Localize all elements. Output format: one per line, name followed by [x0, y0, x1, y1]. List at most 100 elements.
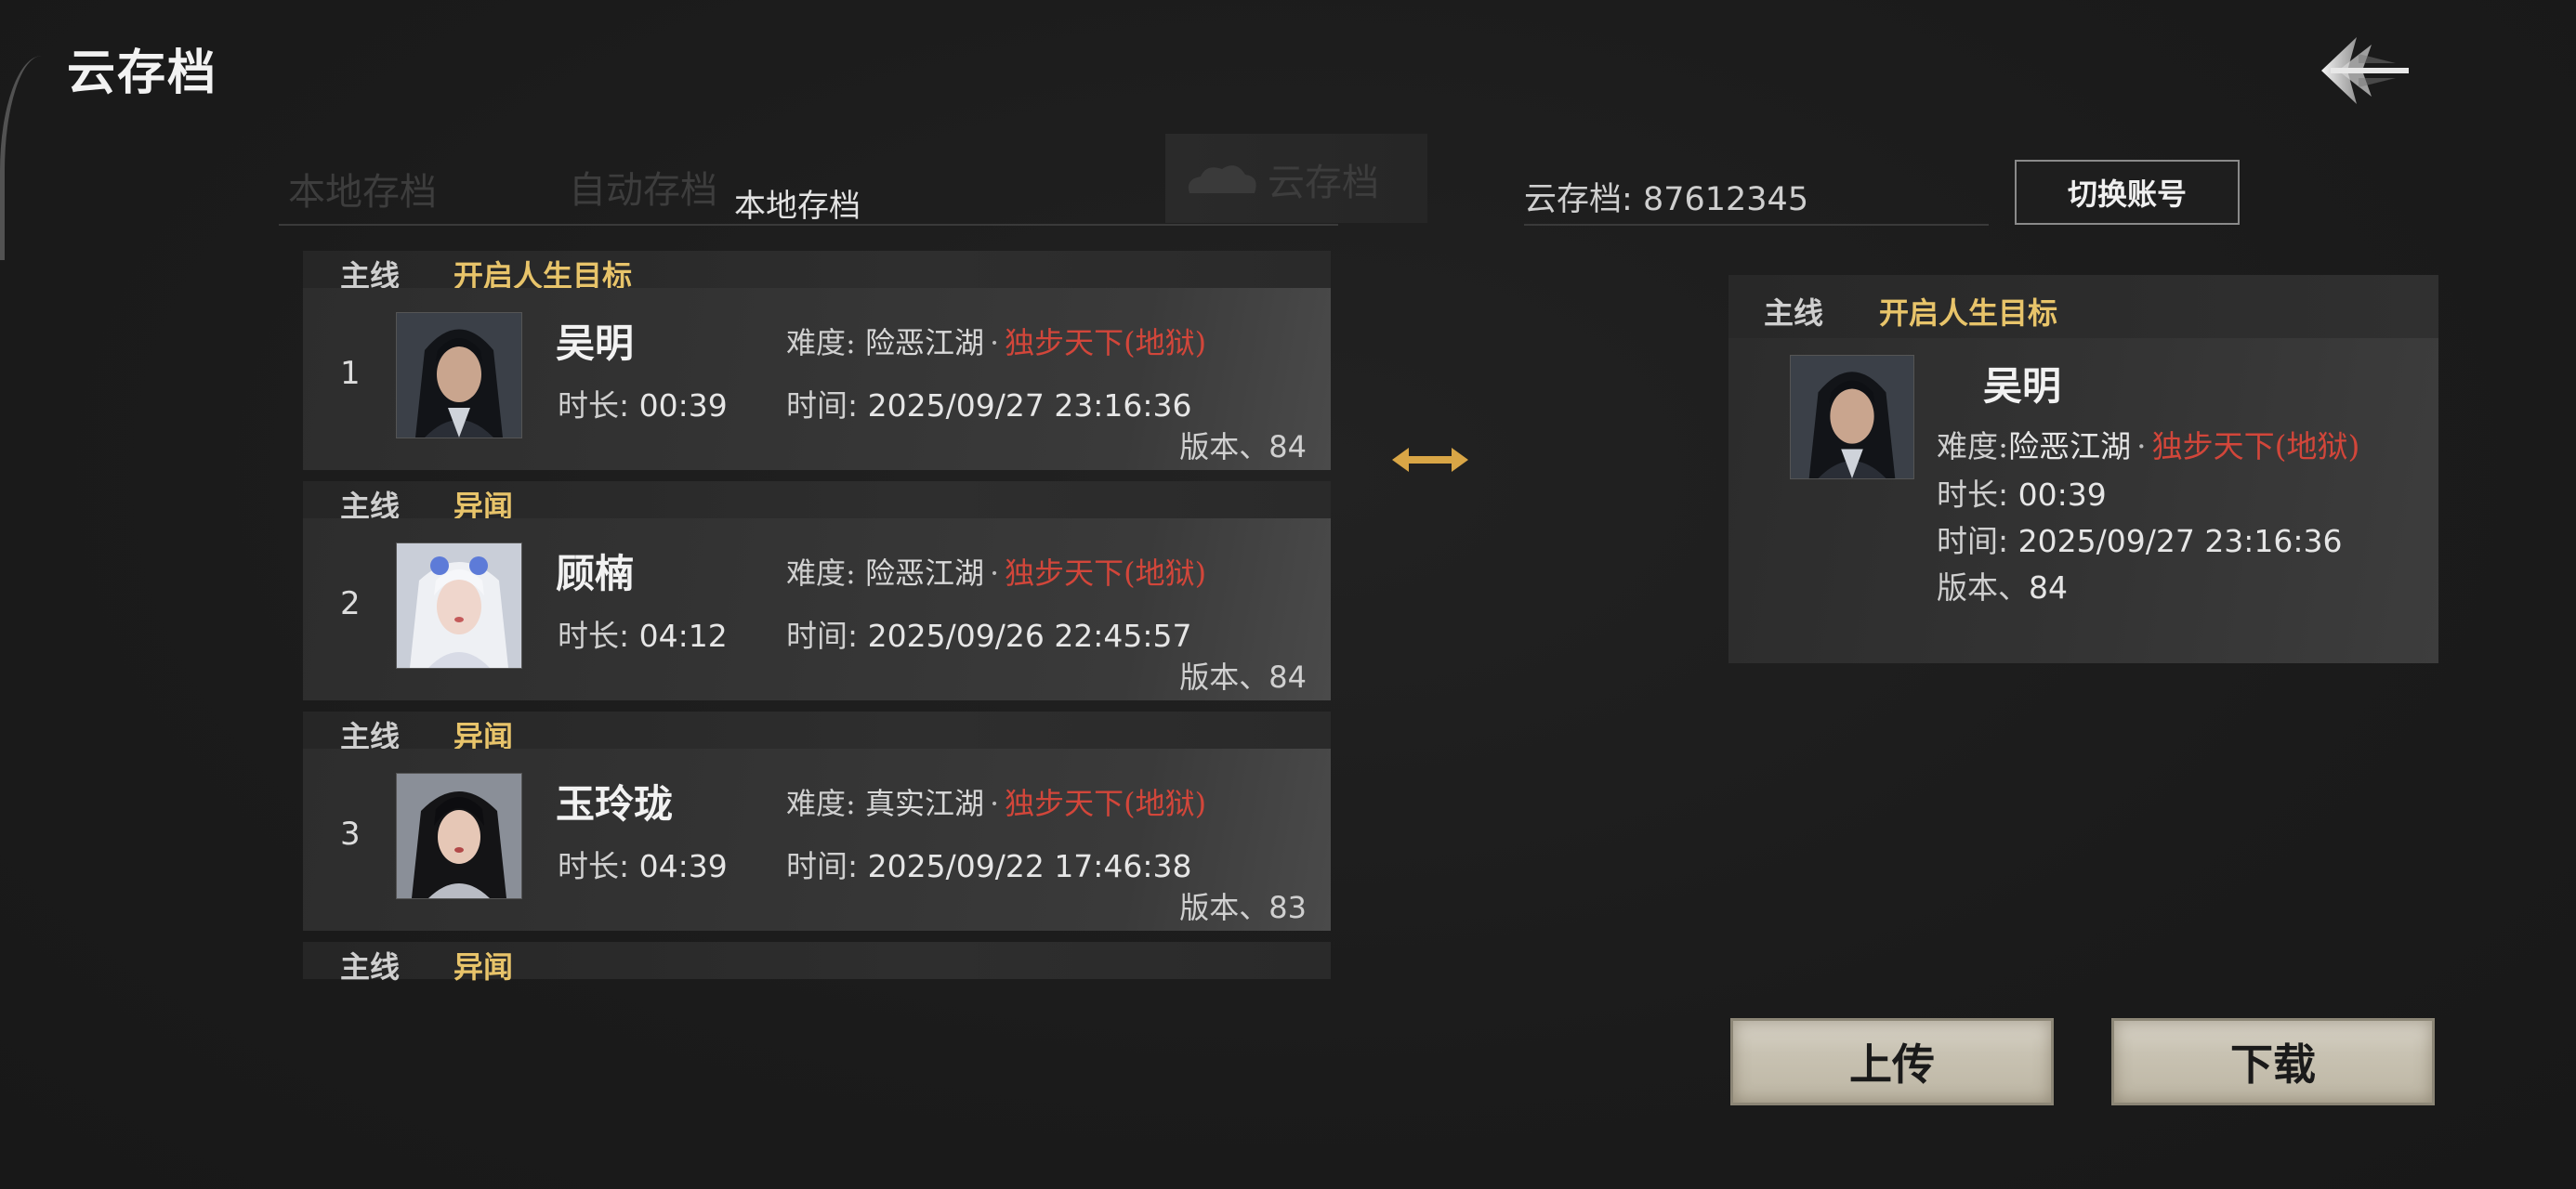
slot-body[interactable]: 3 玉玲珑 时长: 04:39 难度: 真实江湖 · 独步天下(地狱) 时间: 20…: [303, 749, 1331, 931]
upload-button[interactable]: 上传: [1730, 1018, 2054, 1105]
detail-character-name: 吴明: [1983, 363, 2062, 409]
slot-index: 1: [340, 355, 361, 392]
dot-separator: ·: [989, 555, 1000, 591]
detail-duration: 时长: 00:39: [1937, 470, 2107, 515]
difficulty: 难度: 真实江湖 · 独步天下(地狱): [786, 780, 1206, 823]
decorative-arc: [0, 56, 42, 260]
detail-difficulty: 难度:险恶江湖 · 独步天下(地狱): [1937, 422, 2359, 466]
account-divider: [1524, 224, 1989, 226]
male-swordsman-portrait-icon: [396, 312, 522, 438]
detail-time: 时间: 2025/09/27 23:16:36: [1937, 516, 2343, 561]
difficulty-label: 难度:: [786, 555, 856, 591]
play-duration: 时长: 04:12: [558, 611, 728, 656]
duration-value: 00:39: [2017, 477, 2107, 513]
version-label: 版本、: [1179, 660, 1269, 695]
play-duration: 时长: 04:39: [558, 842, 728, 886]
swap-arrow-icon: [1392, 448, 1468, 472]
difficulty-value: 险恶江湖: [2008, 428, 2132, 464]
time-label: 时间:: [1937, 523, 2009, 559]
save-slot[interactable]: 主线 开启人生目标 1 吴明 时长: 00:39 难度: 险恶江湖 · 独步天下…: [303, 251, 1331, 470]
time-label: 时间:: [786, 618, 859, 654]
back-arrow-icon: [2321, 37, 2409, 104]
tab-divider: [279, 224, 1338, 226]
version-value: 84: [1268, 429, 1307, 464]
switch-account-button[interactable]: 切换账号: [2015, 160, 2240, 225]
slot-header: 主线 异闻: [303, 942, 1331, 981]
difficulty-value: 真实江湖: [864, 786, 984, 821]
tab-cloud-save[interactable]: 云存档: [1165, 134, 1427, 223]
time-value: 2025/09/27 23:16:36: [867, 387, 1192, 424]
save-slot[interactable]: 主线 异闻 3 玉玲珑 时长: 04:39 难度: 真实江湖 · 独步天下(地狱…: [303, 712, 1331, 931]
duration-value: 04:39: [638, 848, 728, 884]
save-slot[interactable]: 主线 异闻 2 顾楠 时长: 04:12 难度: 险恶江湖 · 独步天下(地狱)…: [303, 481, 1331, 700]
character-name: 玉玲珑: [556, 781, 674, 827]
detail-header: 主线 开启人生目标: [1728, 275, 2438, 338]
version-value: 84: [1268, 660, 1307, 695]
time-value: 2025/09/26 22:45:57: [867, 618, 1192, 654]
difficulty: 难度: 险恶江湖 · 独步天下(地狱): [786, 550, 1206, 593]
slot-index: 3: [340, 816, 361, 853]
version-label: 版本、: [1937, 569, 2029, 606]
slot-body[interactable]: 2 顾楠 时长: 04:12 难度: 险恶江湖 · 独步天下(地狱) 时间: 2…: [303, 518, 1331, 700]
tag-main-quest: 主线: [340, 949, 401, 981]
slot-header: 主线 异闻: [303, 712, 1331, 754]
difficulty: 难度: 险恶江湖 · 独步天下(地狱): [786, 320, 1206, 362]
save-slot[interactable]: 主线 异闻: [303, 942, 1331, 981]
time-label: 时间:: [786, 387, 859, 424]
time-value: 2025/09/27 23:16:36: [2017, 523, 2343, 559]
dot-separator: ·: [989, 786, 1000, 821]
account-info: 云存档: 87612345: [1524, 173, 1808, 220]
duration-label: 时长:: [558, 618, 630, 654]
difficulty-value: 险恶江湖: [864, 325, 984, 360]
black-haired-female-portrait-icon: [396, 773, 522, 899]
dot-separator: ·: [989, 325, 1000, 360]
version-value: 84: [2029, 569, 2068, 606]
page-title: 云存档: [67, 45, 218, 101]
difficulty-mode: 独步天下(地狱): [2151, 428, 2360, 464]
white-haired-female-portrait-icon: [396, 542, 522, 669]
difficulty-label: 难度:: [786, 325, 856, 360]
version-value: 83: [1268, 890, 1307, 925]
cloud-save-screen: 云存档 本地存档 自动存档 本地存档 云存档 云存档: 87612345 切换账…: [0, 0, 2576, 1189]
detail-tag-main-quest: 主线: [1764, 295, 1824, 331]
version: 版本、83: [1179, 884, 1307, 927]
tab-local-active-label[interactable]: 本地存档: [734, 180, 861, 226]
duration-value: 00:39: [638, 387, 728, 424]
version-label: 版本、: [1179, 429, 1269, 464]
tag-goal: 异闻: [453, 949, 514, 981]
slot-header: 主线 开启人生目标: [303, 251, 1331, 294]
account-id: 87612345: [1642, 181, 1809, 218]
duration-label: 时长:: [558, 848, 630, 884]
cloud-decoration-icon: [1188, 165, 1256, 193]
tab-local-save[interactable]: 本地存档: [288, 162, 437, 216]
difficulty-mode: 独步天下(地狱): [1005, 325, 1207, 360]
version: 版本、84: [1179, 654, 1307, 697]
account-separator: :: [1622, 181, 1633, 218]
download-button[interactable]: 下载: [2111, 1018, 2435, 1105]
character-name: 吴明: [556, 320, 635, 366]
save-list[interactable]: 主线 开启人生目标 1 吴明 时长: 00:39 难度: 险恶江湖 · 独步天下…: [303, 251, 1331, 981]
slot-index: 2: [340, 585, 361, 622]
account-label: 云存档: [1524, 181, 1623, 218]
detail-tag-goal: 开启人生目标: [1879, 295, 2058, 331]
difficulty-label: 难度:: [786, 786, 856, 821]
detail-version: 版本、84: [1937, 563, 2068, 608]
slot-body[interactable]: 1 吴明 时长: 00:39 难度: 险恶江湖 · 独步天下(地狱) 时间: 202…: [303, 288, 1331, 470]
duration-value: 04:12: [638, 618, 728, 654]
play-duration: 时长: 00:39: [558, 381, 728, 425]
version-label: 版本、: [1179, 890, 1269, 925]
male-swordsman-portrait-icon: [1790, 355, 1914, 479]
swap-arrow: [1388, 437, 1472, 483]
save-time: 时间: 2025/09/26 22:45:57: [786, 611, 1192, 656]
time-value: 2025/09/22 17:46:38: [867, 848, 1192, 884]
difficulty-value: 险恶江湖: [864, 555, 984, 591]
duration-label: 时长:: [1937, 477, 2009, 513]
difficulty-mode: 独步天下(地狱): [1005, 555, 1207, 591]
version: 版本、84: [1179, 424, 1307, 466]
time-label: 时间:: [786, 848, 859, 884]
difficulty-label: 难度:: [1937, 428, 2009, 464]
slot-header: 主线 异闻: [303, 481, 1331, 524]
save-time: 时间: 2025/09/22 17:46:38: [786, 842, 1192, 886]
tab-auto-save[interactable]: 自动存档: [569, 160, 717, 214]
back-button[interactable]: [2303, 26, 2414, 115]
